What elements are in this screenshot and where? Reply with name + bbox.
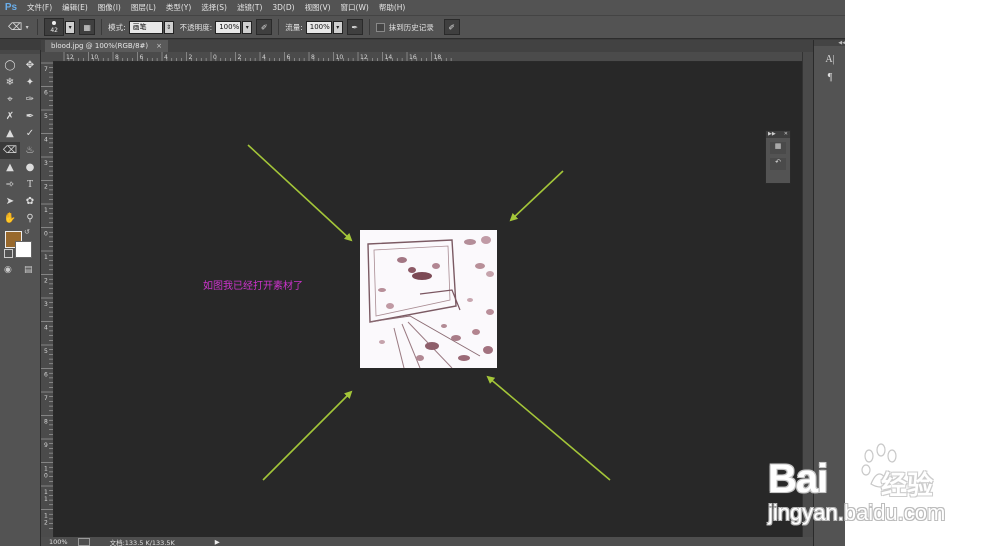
file-info: 文档:133.5 K/133.5K <box>109 538 175 546</box>
paragraph-panel-icon[interactable]: ¶ <box>820 72 840 86</box>
floating-panel-header[interactable]: ▶▶ ✕ <box>766 131 790 138</box>
play-icon[interactable]: ▶ <box>215 538 220 546</box>
watermark-site: jingyan.baidu.com <box>768 500 946 525</box>
brush-presets-icon[interactable]: ▦ <box>770 142 786 154</box>
watermark-brand: Bai <box>768 457 828 501</box>
arrow-bottom-right <box>486 375 611 481</box>
watermark-suffix: 经验 <box>881 471 934 501</box>
status-bar: 100% 文档:133.5 K/133.5K ▶ <box>41 537 813 546</box>
annotation-arrows <box>247 144 611 481</box>
character-panel-icon[interactable]: A| <box>820 54 840 68</box>
arrow-bottom-left <box>262 390 353 481</box>
arrow-top-right <box>509 170 564 222</box>
floating-panel: ▶▶ ✕ ▦ ↶ <box>765 130 791 184</box>
baidu-watermark: Bai 经验 jingyan.baidu.com <box>766 440 1000 546</box>
arrow-top-left <box>247 144 353 242</box>
clone-source-icon[interactable]: ↶ <box>770 158 786 170</box>
expand-icon[interactable]: ▶▶ <box>768 131 776 138</box>
zoom-level[interactable]: 100% <box>49 538 68 546</box>
close-icon[interactable]: ✕ <box>784 131 788 138</box>
status-icon <box>77 537 90 546</box>
photoshop-window: Ps 文件(F) 编辑(E) 图像(I) 图层(L) 类型(Y) 选择(S) 滤… <box>0 0 845 546</box>
dock-collapse-icon[interactable]: ◀◀ <box>814 40 845 46</box>
